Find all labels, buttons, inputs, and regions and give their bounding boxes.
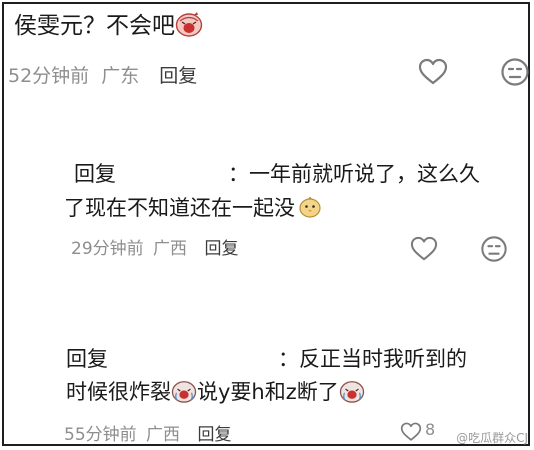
comment-3-line-1: 回复 ：反正当时我听到的 [66, 343, 467, 375]
comment-2-location: 广西 [153, 239, 188, 259]
watermark: @吃瓜群众CJ [456, 431, 528, 445]
comment-2-meta: 29分钟前 广西 回复 [71, 237, 238, 261]
comment-3-text-2a: 时候很炸裂 [66, 380, 171, 404]
comment-1-like-heart-icon[interactable] [418, 58, 448, 90]
comment-3-meta: 55分钟前 广西 回复 [64, 423, 231, 447]
comment-3-time: 55分钟前 [64, 425, 137, 445]
comment-1-location: 广东 [101, 65, 140, 87]
chick-emoji [298, 195, 322, 228]
comment-3-like-heart-icon[interactable] [400, 422, 422, 446]
comment-2-line-1: 回复 ：一年前就听说了，这么久 [74, 158, 480, 190]
comment-2-dislike-neutral-face-icon[interactable] [480, 235, 508, 267]
comment-2-text-1: ：一年前就听说了，这么久 [228, 162, 480, 186]
comment-2-reply-prefix: 回复 [74, 162, 116, 186]
crying-face-emoji [339, 379, 365, 412]
comment-1-meta: 52分钟前 广东 回复 [8, 63, 197, 89]
comment-2-text-2: 了现在不知道还在一起没 [64, 196, 295, 220]
comment-2-like-heart-icon[interactable] [410, 236, 438, 266]
comment-3-text-2b: 说y要h和z断了 [197, 380, 339, 404]
comment-2-time: 29分钟前 [71, 239, 144, 259]
comment-1-text: 侯雯元？不会吧 [14, 13, 175, 39]
comment-1-time: 52分钟前 [8, 65, 90, 87]
comment-1-reply-button[interactable]: 回复 [159, 65, 197, 87]
comment-1-body: 侯雯元？不会吧 [14, 8, 203, 48]
comment-3-reply-button[interactable]: 回复 [197, 425, 231, 445]
comment-1-dislike-neutral-face-icon[interactable] [500, 57, 530, 91]
comment-3-location: 广西 [146, 425, 181, 445]
comment-3-line-2: 时候很炸裂 说y要h和z断了 [66, 376, 365, 412]
comment-2-reply-button[interactable]: 回复 [204, 239, 238, 259]
comment-3-text-1: ：反正当时我听到的 [278, 347, 467, 371]
comment-3-like-count: 8 [425, 420, 436, 439]
comment-3-reply-prefix: 回复 [66, 347, 108, 371]
comment-2: 回复 ：一年前就听说了，这么久 了现在不知道还在一起没 29分钟前 广西 回复 [64, 158, 524, 268]
comment-2-line-2: 了现在不知道还在一起没 [64, 192, 322, 228]
crying-face-emoji [175, 11, 203, 48]
crying-face-emoji [171, 379, 197, 412]
